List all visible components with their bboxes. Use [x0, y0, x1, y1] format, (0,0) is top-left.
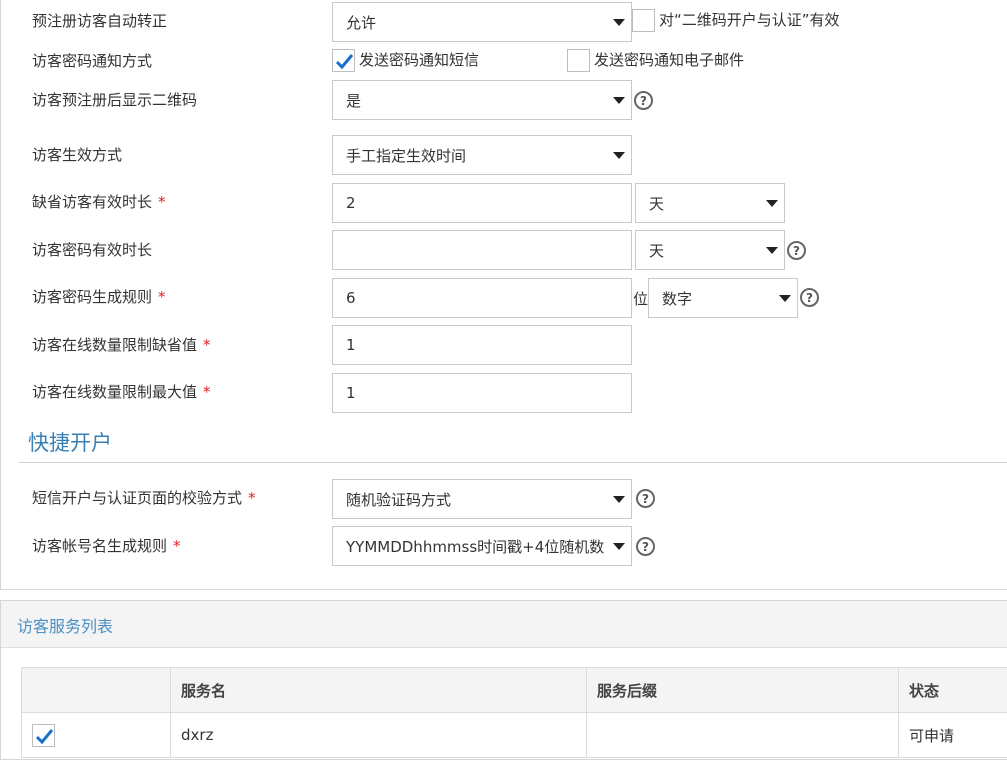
services-panel: 访客服务列表 服务名 服务后缀 状态 dxrz 可申请 — [0, 600, 1007, 760]
email-notify-checkbox[interactable] — [567, 49, 590, 72]
service-status-cell: 可申请 — [898, 712, 1007, 758]
required-mark: * — [158, 288, 166, 306]
verify-method-value: 随机验证码方式 — [346, 490, 452, 509]
chevron-down-icon — [613, 19, 625, 26]
required-mark: * — [248, 489, 256, 507]
service-suffix-cell — [586, 712, 899, 758]
help-icon[interactable]: ? — [787, 241, 806, 260]
quick-section-title: 快捷开户 — [28, 431, 112, 455]
required-mark: * — [173, 537, 181, 555]
default-duration-input[interactable]: 2 — [332, 183, 632, 223]
online-max-label: 访客在线数量限制最大值 * — [32, 383, 211, 401]
online-default-input[interactable]: 1 — [332, 325, 632, 365]
pwd-duration-unit-select[interactable]: 天 — [635, 230, 785, 270]
help-icon[interactable]: ? — [634, 91, 653, 110]
pwd-duration-input[interactable] — [332, 230, 632, 270]
online-max-value: 1 — [346, 384, 356, 402]
account-rule-value: YYMMDDhhmmss时间戳+4位随机数 — [346, 537, 605, 556]
online-default-value: 1 — [346, 336, 356, 354]
pwd-length-input[interactable]: 6 — [332, 278, 632, 318]
default-duration-label: 缺省访客有效时长 * — [32, 193, 166, 211]
verify-method-label: 短信开户与认证页面的校验方式 * — [32, 489, 256, 507]
required-mark: * — [203, 336, 211, 354]
chevron-down-icon — [766, 247, 778, 254]
pwd-duration-unit-value: 天 — [649, 241, 665, 260]
chevron-down-icon — [779, 295, 791, 302]
show-qr-value: 是 — [346, 91, 362, 110]
chevron-down-icon — [613, 496, 625, 503]
auto-convert-select[interactable]: 允许 — [332, 2, 632, 42]
settings-panel: 预注册访客自动转正 允许 对“二维码开户与认证”有效 访客密码通知方式 发送密码… — [0, 0, 1007, 590]
required-mark: * — [158, 193, 166, 211]
sms-notify-label: 发送密码通知短信 — [359, 51, 480, 69]
effective-mode-label: 访客生效方式 — [32, 146, 123, 164]
table-header-row: 服务名 服务后缀 状态 — [21, 667, 1007, 713]
help-icon[interactable]: ? — [636, 537, 655, 556]
help-icon[interactable]: ? — [636, 489, 655, 508]
pwd-type-value: 数字 — [662, 289, 693, 308]
default-duration-value: 2 — [346, 194, 356, 212]
pwd-type-select[interactable]: 数字 — [648, 278, 798, 318]
pwd-notify-label: 访客密码通知方式 — [32, 52, 153, 70]
online-max-input[interactable]: 1 — [332, 373, 632, 413]
show-qr-label: 访客预注册后显示二维码 — [32, 91, 198, 109]
column-header-suffix[interactable]: 服务后缀 — [586, 667, 899, 713]
services-table: 服务名 服务后缀 状态 dxrz 可申请 — [21, 667, 1007, 758]
section-divider — [19, 462, 1007, 463]
chevron-down-icon — [613, 97, 625, 104]
checkmark-icon — [35, 728, 54, 744]
verify-method-select[interactable]: 随机验证码方式 — [332, 479, 632, 519]
column-header-status[interactable]: 状态 — [898, 667, 1007, 713]
auto-convert-label: 预注册访客自动转正 — [32, 12, 168, 30]
default-duration-unit-value: 天 — [649, 194, 665, 213]
account-rule-label: 访客帐号名生成规则 * — [32, 537, 181, 555]
chevron-down-icon — [766, 200, 778, 207]
column-header-select — [21, 667, 171, 713]
service-name-cell: dxrz — [170, 712, 587, 758]
services-panel-header: 访客服务列表 — [1, 601, 1007, 648]
help-icon[interactable]: ? — [800, 288, 819, 307]
show-qr-select[interactable]: 是 — [332, 80, 632, 120]
pwd-rule-label: 访客密码生成规则 * — [32, 288, 166, 306]
default-duration-unit-select[interactable]: 天 — [635, 183, 785, 223]
auto-convert-value: 允许 — [346, 13, 377, 32]
qr-only-label: 对“二维码开户与认证”有效 — [659, 11, 840, 29]
chevron-down-icon — [613, 543, 625, 550]
table-row[interactable]: dxrz 可申请 — [21, 712, 1007, 758]
checkmark-icon — [335, 54, 354, 70]
pwd-duration-label: 访客密码有效时长 — [32, 241, 153, 259]
email-notify-label: 发送密码通知电子邮件 — [594, 51, 745, 69]
chevron-down-icon — [613, 152, 625, 159]
effective-mode-select[interactable]: 手工指定生效时间 — [332, 135, 632, 175]
row-select-cell — [21, 712, 171, 758]
effective-mode-value: 手工指定生效时间 — [346, 146, 467, 165]
pwd-length-unit: 位 — [633, 290, 649, 308]
account-rule-select[interactable]: YYMMDDhhmmss时间戳+4位随机数 — [332, 526, 632, 566]
online-default-label: 访客在线数量限制缺省值 * — [32, 336, 211, 354]
pwd-length-value: 6 — [346, 289, 356, 307]
services-panel-title: 访客服务列表 — [17, 617, 114, 636]
row-checkbox[interactable] — [32, 723, 55, 747]
required-mark: * — [203, 383, 211, 401]
column-header-name[interactable]: 服务名 — [170, 667, 587, 713]
qr-only-checkbox[interactable] — [632, 9, 655, 32]
sms-notify-checkbox[interactable] — [332, 49, 355, 72]
